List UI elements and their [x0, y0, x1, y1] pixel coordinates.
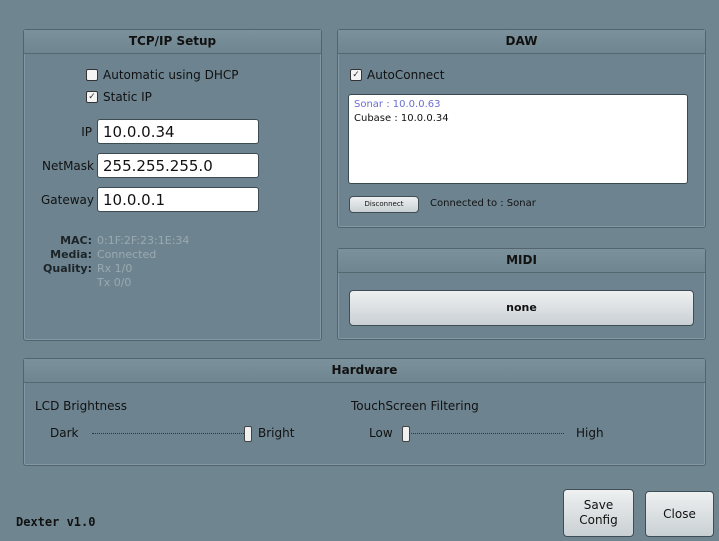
ip-label: IP	[81, 125, 92, 139]
save-config-button[interactable]: Save Config	[563, 489, 634, 537]
lcd-brightness-slider[interactable]	[92, 425, 252, 443]
touch-max-label: High	[576, 426, 604, 440]
autoconnect-label: AutoConnect	[367, 68, 445, 82]
daw-list[interactable]: Sonar : 10.0.0.63 Cubase : 10.0.0.34	[348, 94, 688, 184]
static-ip-checkbox[interactable]: ✓	[86, 91, 98, 103]
lcd-max-label: Bright	[258, 426, 295, 440]
media-value: Connected	[97, 248, 157, 261]
save-config-label-line2: Config	[579, 513, 618, 527]
check-icon: ✓	[88, 92, 96, 102]
netmask-field[interactable]: 255.255.255.0	[97, 153, 259, 178]
daw-list-item[interactable]: Cubase : 10.0.0.34	[349, 112, 687, 126]
media-label: Media:	[50, 248, 92, 261]
quality-rx: Rx 1/0	[97, 262, 133, 275]
gateway-label: Gateway	[40, 193, 94, 207]
app-version: Dexter v1.0	[16, 515, 96, 529]
mac-value: 0:1F:2F:23:1E:34	[97, 234, 190, 247]
gateway-field[interactable]: 10.0.0.1	[97, 187, 259, 212]
connection-status: Connected to : Sonar	[430, 198, 536, 209]
dhcp-checkbox[interactable]	[86, 69, 98, 81]
dhcp-label: Automatic using DHCP	[103, 68, 239, 82]
lcd-brightness-label: LCD Brightness	[35, 399, 128, 413]
lcd-slider-track	[92, 433, 244, 436]
netmask-label: NetMask	[42, 159, 94, 173]
disconnect-button[interactable]: Disconnect	[349, 196, 419, 213]
static-ip-label: Static IP	[103, 90, 152, 104]
autoconnect-option[interactable]: ✓ AutoConnect	[350, 68, 444, 82]
midi-panel-title: MIDI	[338, 249, 705, 273]
mac-label: MAC:	[60, 234, 92, 247]
check-icon: ✓	[352, 70, 360, 80]
ip-field[interactable]: 10.0.0.34	[97, 119, 259, 144]
tcpip-panel-title: TCP/IP Setup	[24, 30, 321, 54]
quality-label: Quality:	[43, 262, 92, 275]
tcpip-panel: TCP/IP Setup Automatic using DHCP ✓ Stat…	[23, 29, 322, 341]
midi-panel: MIDI none	[337, 248, 706, 340]
touch-min-label: Low	[369, 426, 393, 440]
daw-panel-title: DAW	[338, 30, 705, 54]
daw-panel: DAW ✓ AutoConnect Sonar : 10.0.0.63 Cuba…	[337, 29, 706, 228]
touch-slider-track	[402, 433, 564, 436]
touch-filtering-label: TouchScreen Filtering	[351, 399, 479, 413]
close-button[interactable]: Close	[645, 491, 714, 537]
daw-list-item[interactable]: Sonar : 10.0.0.63	[349, 98, 687, 112]
lcd-slider-knob[interactable]	[244, 426, 252, 442]
dhcp-option[interactable]: Automatic using DHCP	[86, 68, 238, 82]
touch-filtering-slider[interactable]	[402, 425, 570, 443]
hardware-panel-title: Hardware	[24, 359, 705, 383]
hardware-panel: Hardware LCD Brightness Dark Bright Touc…	[23, 358, 706, 466]
save-config-label-line1: Save	[583, 498, 614, 512]
touch-slider-knob[interactable]	[402, 426, 410, 442]
lcd-min-label: Dark	[50, 426, 79, 440]
midi-device-button[interactable]: none	[349, 290, 694, 326]
static-ip-option[interactable]: ✓ Static IP	[86, 90, 152, 104]
autoconnect-checkbox[interactable]: ✓	[350, 69, 362, 81]
quality-tx: Tx 0/0	[97, 276, 132, 289]
